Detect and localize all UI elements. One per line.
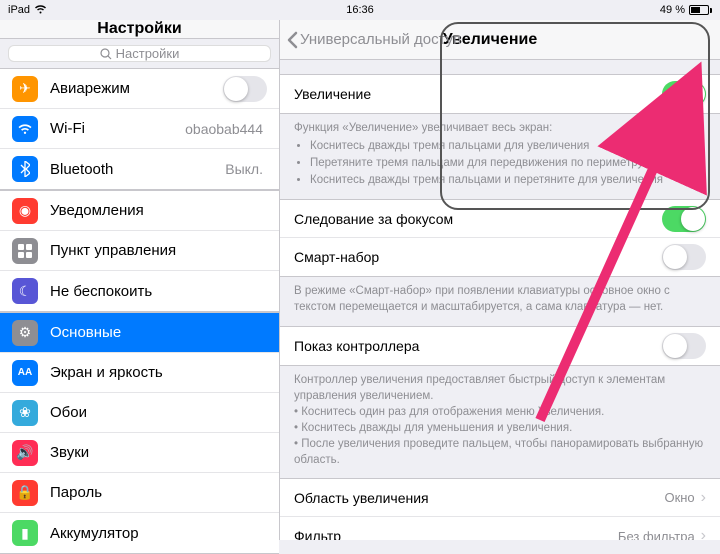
lock-icon: 🔒 — [12, 480, 38, 506]
zoom-description: Функция «Увеличение» увеличивает весь эк… — [280, 114, 720, 191]
smart-typing-description: В режиме «Смарт-набор» при появлении кла… — [280, 277, 720, 317]
smart-typing-toggle[interactable] — [662, 244, 706, 270]
moon-icon: ☾ — [12, 278, 38, 304]
sidebar-item-passcode[interactable]: 🔒 Пароль — [0, 473, 279, 513]
zoom-filter-row[interactable]: Фильтр Без фильтра › — [280, 517, 720, 540]
sidebar-item-airplane[interactable]: ✈ Авиарежим — [0, 69, 279, 109]
display-icon: AA — [12, 360, 38, 386]
show-controller-toggle[interactable] — [662, 333, 706, 359]
device-name: iPad — [8, 4, 30, 16]
search-icon — [100, 48, 112, 60]
sidebar-item-wallpaper[interactable]: ❀ Обои — [0, 393, 279, 433]
sidebar-item-control-center[interactable]: Пункт управления — [0, 231, 279, 271]
chevron-right-icon: › — [701, 489, 706, 507]
sidebar-item-bluetooth[interactable]: Bluetooth Выкл. — [0, 149, 279, 189]
sidebar-item-battery[interactable]: ▮ Аккумулятор — [0, 513, 279, 553]
zoom-row[interactable]: Увеличение — [280, 75, 720, 113]
detail-header: Универсальный доступ Увеличение — [280, 20, 720, 60]
smart-typing-row[interactable]: Смарт-набор — [280, 238, 720, 276]
sidebar-title: Настройки — [97, 20, 181, 38]
sidebar-item-dnd[interactable]: ☾ Не беспокоить — [0, 271, 279, 311]
status-bar: iPad 16:36 49 % — [0, 0, 720, 20]
follow-focus-toggle[interactable] — [662, 206, 706, 232]
chevron-right-icon: › — [701, 527, 706, 540]
back-button[interactable]: Универсальный доступ — [286, 31, 461, 49]
sidebar-item-display[interactable]: AA Экран и яркость — [0, 353, 279, 393]
wifi-icon — [34, 4, 47, 17]
sidebar-item-general[interactable]: ⚙ Основные — [0, 313, 279, 353]
zoom-toggle[interactable] — [662, 81, 706, 107]
gear-icon: ⚙ — [12, 320, 38, 346]
controller-description: Контроллер увеличения предоставляет быст… — [280, 366, 720, 471]
follow-focus-row[interactable]: Следование за фокусом — [280, 200, 720, 238]
sidebar-item-wifi[interactable]: Wi-Fi obaobab444 — [0, 109, 279, 149]
airplane-toggle[interactable] — [223, 76, 267, 102]
sidebar-header: Настройки — [0, 20, 279, 39]
sidebar: Настройки Настройки ✈ Авиарежим Wi-Fi ob… — [0, 20, 280, 540]
airplane-icon: ✈ — [12, 76, 38, 102]
clock: 16:36 — [346, 4, 374, 16]
sidebar-item-sounds[interactable]: 🔊 Звуки — [0, 433, 279, 473]
sidebar-item-notifications[interactable]: ◉ Уведомления — [0, 191, 279, 231]
battery-settings-icon: ▮ — [12, 520, 38, 546]
wallpaper-icon: ❀ — [12, 400, 38, 426]
bluetooth-icon — [12, 156, 38, 182]
chevron-left-icon — [286, 31, 298, 49]
control-center-icon — [12, 238, 38, 264]
detail-pane: Универсальный доступ Увеличение Увеличен… — [280, 20, 720, 540]
sounds-icon: 🔊 — [12, 440, 38, 466]
battery-icon — [689, 5, 712, 15]
wifi-settings-icon — [12, 116, 38, 142]
notifications-icon: ◉ — [12, 198, 38, 224]
search-input[interactable]: Настройки — [8, 45, 271, 62]
zoom-region-row[interactable]: Область увеличения Окно › — [280, 479, 720, 517]
show-controller-row[interactable]: Показ контроллера — [280, 327, 720, 365]
battery-pct: 49 % — [660, 4, 685, 16]
